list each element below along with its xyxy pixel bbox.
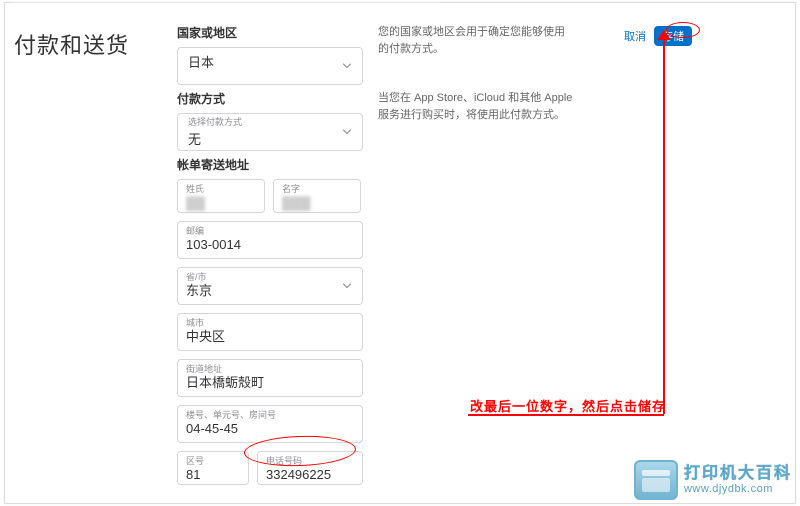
billing-section: 帐单寄送地址 姓氏 ▓▓ 名字 ▓▓▓ 邮编 103-0014 省/市 东京 城… [177,156,363,493]
payment-section: 付款方式 选择付款方式 无 [177,90,363,151]
area-code-field[interactable]: 区号 81 [177,451,249,485]
last-name-value: ▓▓ [186,195,256,212]
prefecture-label: 省/市 [186,272,354,283]
first-name-value: ▓▓▓ [282,195,352,212]
postal-value: 103-0014 [186,237,354,254]
cancel-button[interactable]: 取消 [622,26,648,46]
street-value: 日本橋蛎殼町 [186,375,354,392]
payment-help-text: 当您在 App Store、iCloud 和其他 Apple 服务进行购买时，将… [378,90,578,123]
phone-field[interactable]: 电话号码 332496225 [257,451,363,485]
divider-top [14,2,440,3]
watermark-title: 打印机大百科 [684,465,792,483]
chevron-down-icon [342,63,352,69]
chevron-down-icon [342,129,352,135]
country-help-text: 您的国家或地区会用于确定您能够使用的付款方式。 [378,24,568,57]
prefecture-select[interactable]: 省/市 东京 [177,267,363,305]
printer-icon [634,460,678,500]
payment-label: 付款方式 [177,90,363,107]
chevron-down-icon [342,283,352,289]
phone-label: 电话号码 [266,456,354,467]
city-field[interactable]: 城市 中央区 [177,313,363,351]
annotation-text: 改最后一位数字，然后点击储存 [470,396,666,415]
country-value: 日本 [188,55,214,70]
last-name-field[interactable]: 姓氏 ▓▓ [177,179,265,213]
page-title: 付款和送货 [14,28,129,60]
annotation-arrow-vertical [663,36,665,414]
billing-label: 帐单寄送地址 [177,156,363,173]
country-label: 国家或地区 [177,24,363,41]
first-name-field[interactable]: 名字 ▓▓▓ [273,179,361,213]
watermark-url: www.djydbk.com [684,483,792,495]
phone-value: 332496225 [266,467,354,484]
street-field[interactable]: 街道地址 日本橋蛎殼町 [177,359,363,397]
street-label: 街道地址 [186,364,354,375]
postal-field[interactable]: 邮编 103-0014 [177,221,363,259]
prefecture-value: 东京 [186,283,354,300]
annotation-arrow-head [657,30,671,40]
city-value: 中央区 [186,329,354,346]
country-section: 国家或地区 日本 [177,24,363,85]
last-name-label: 姓氏 [186,184,256,195]
payment-select[interactable]: 选择付款方式 无 [177,113,363,151]
city-label: 城市 [186,318,354,329]
unit-field[interactable]: 楼号、单元号、房间号 04-45-45 [177,405,363,443]
first-name-label: 名字 [282,184,352,195]
unit-label: 楼号、单元号、房间号 [186,410,354,421]
payment-value: 无 [188,132,201,147]
watermark-text: 打印机大百科 www.djydbk.com [684,465,792,495]
unit-value: 04-45-45 [186,421,354,438]
country-select[interactable]: 日本 [177,47,363,85]
payment-inner-label: 选择付款方式 [188,118,336,127]
area-code-value: 81 [186,467,240,484]
area-code-label: 区号 [186,456,240,467]
watermark: 打印机大百科 www.djydbk.com [634,460,792,500]
page-frame [4,2,796,504]
postal-label: 邮编 [186,226,354,237]
